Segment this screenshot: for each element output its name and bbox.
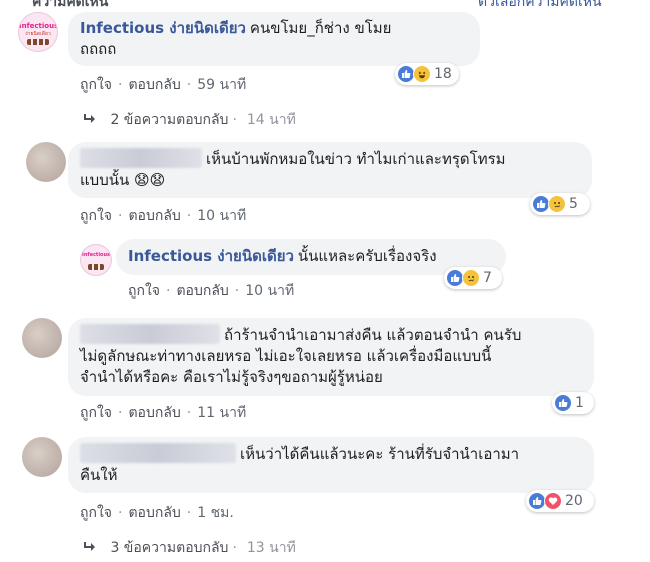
reaction-summary[interactable]: 5 [530,193,590,215]
comment-timestamp[interactable]: 1 ชม. [197,505,234,521]
comment-bubble: Infectious ง่ายนิดเดียว คนขโมย_ก็ช่าง ขโม… [68,12,480,66]
comment-timestamp[interactable]: 10 นาที [197,208,246,224]
comment-text: คนขโมย_ก็ช่าง ขโมย [249,19,392,37]
comment-text: นั้นแหละครับเรื่องจริง [297,247,437,265]
comment-text: ถ้าร้านจำนำเอามาส่งคืน แล้วตอนจำนำ คนรับ [224,326,522,344]
avatar[interactable]: Infectious [80,244,112,276]
replies-count: 2 ข้อความตอบกลับ [110,112,229,128]
like-link[interactable]: ถูกใจ [80,77,112,93]
sad-reaction-icon [548,195,566,213]
love-reaction-icon [544,492,562,510]
reaction-summary[interactable]: 7 [444,267,502,289]
reply-arrow-icon [84,112,100,128]
reply-arrow-icon [84,540,100,556]
reaction-count: 18 [434,66,452,82]
reply-link[interactable]: ตอบกลับ [128,505,180,521]
haha-reaction-icon [413,65,431,83]
comment-timestamp[interactable]: 10 นาที [245,283,294,299]
reply-link[interactable]: ตอบกลับ [176,283,228,299]
view-replies-link[interactable]: 3 ข้อความตอบกลับ · 13 นาที [84,537,296,559]
comment-options-link[interactable]: ตัวเลือกความคิดเห็น [478,0,602,13]
blurred-author-name[interactable] [80,148,202,168]
reaction-count: 5 [569,196,578,212]
comment-text: แบบนั้น 😧😧 [80,171,166,189]
view-replies-link[interactable]: 2 ข้อความตอบกลับ · 14 นาที [84,109,296,131]
comment-actions: ถูกใจ · ตอบกลับ · 10 นาที [128,283,295,299]
reaction-count: 1 [575,395,584,411]
comment-text: คืนให้ [80,466,118,484]
like-link[interactable]: ถูกใจ [80,505,112,521]
blurred-author-name[interactable] [80,324,220,344]
replies-timestamp: 13 นาที [246,540,296,556]
comment-actions: ถูกใจ · ตอบกลับ · 10 นาที [80,208,247,224]
reaction-summary[interactable]: 1 [552,392,594,414]
like-link[interactable]: ถูกใจ [80,405,112,421]
comment-text: จำนำได้หรือคะ คือเราไม่รู้จริงๆขอถามผู้ร… [80,368,383,386]
comment-text: ถถถถ [80,40,117,58]
comment-author[interactable]: Infectious ง่ายนิดเดียว [128,247,294,265]
comment-author[interactable]: Infectious ง่ายนิดเดียว [80,19,246,37]
comment-bubble: เห็นว่าได้คืนแล้วนะคะ ร้านที่รับจำนำเอาม… [68,437,594,493]
reply-link[interactable]: ตอบกลับ [128,208,180,224]
reply-link[interactable]: ตอบกลับ [128,405,180,421]
comment-actions: ถูกใจ · ตอบกลับ · 1 ชม. [80,505,234,521]
avatar-logo-text: Infectious [19,22,58,30]
avatar-logo-subtext: ง่ายนิดเดียว [25,31,51,37]
comment-actions: ถูกใจ · ตอบกลับ · 59 นาที [80,77,247,93]
comment-text: เห็นว่าได้คืนแล้วนะคะ ร้านที่รับจำนำเอาม… [240,445,520,463]
avatar[interactable] [22,318,62,358]
reaction-summary[interactable]: 18 [395,63,459,85]
reaction-count: 7 [483,270,492,286]
avatar[interactable] [22,437,62,477]
comment-bubble: ถ้าร้านจำนำเอามาส่งคืน แล้วตอนจำนำ คนรับ… [68,318,594,396]
comment-text: เห็นบ้านพักหมอในข่าว ทำไมเก่าและทรุดโทรม [206,150,506,168]
comment-actions: ถูกใจ · ตอบกลับ · 11 นาที [80,405,247,421]
sad-reaction-icon [462,269,480,287]
avatar-logo-text: Infectious [81,252,111,258]
like-reaction-icon [554,394,572,412]
reaction-count: 20 [565,493,583,509]
comment-bubble: เห็นบ้านพักหมอในข่าว ทำไมเก่าและทรุดโทรม… [68,142,592,198]
comment-timestamp[interactable]: 59 นาที [197,77,246,93]
replies-count: 3 ข้อความตอบกลับ [110,540,229,556]
like-link[interactable]: ถูกใจ [128,283,160,299]
reply-link[interactable]: ตอบกลับ [128,77,180,93]
avatar[interactable]: Infectious ง่ายนิดเดียว [18,12,58,52]
comment-timestamp[interactable]: 11 นาที [197,405,246,421]
comment-text: ไม่ดูลักษณะท่าทางเลยหรอ ไม่เอะใจเลยหรอ แ… [80,347,492,365]
avatar[interactable] [26,142,66,182]
blurred-author-name[interactable] [80,443,236,463]
top-cut-header: ความคิดเห็น ตัวเลือกความคิดเห็น [0,0,650,10]
like-link[interactable]: ถูกใจ [80,208,112,224]
reaction-summary[interactable]: 20 [526,490,594,512]
replies-timestamp: 14 นาที [246,112,296,128]
